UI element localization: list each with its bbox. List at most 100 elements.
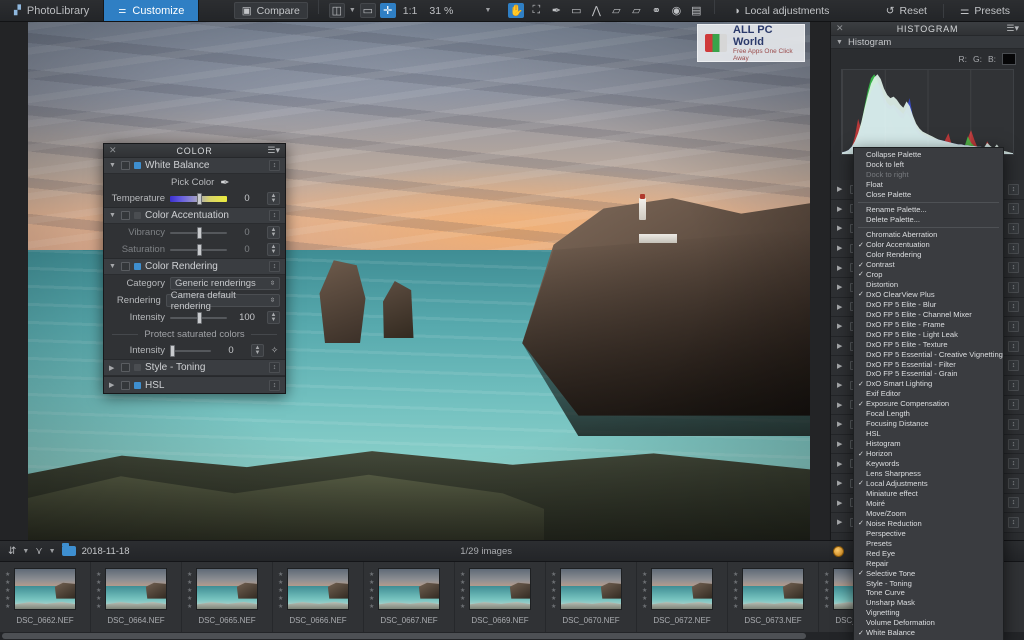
- menu-item[interactable]: Keywords: [854, 459, 1003, 469]
- color-accentuation-header[interactable]: ▼ Color Accentuation ↕: [104, 208, 285, 224]
- star-icon[interactable]: ★: [96, 572, 101, 578]
- menu-item[interactable]: Exif Editor: [854, 389, 1003, 399]
- reset-small-icon[interactable]: ↕: [269, 210, 280, 221]
- saturation-slider[interactable]: [170, 245, 227, 255]
- menu-item[interactable]: Dock to left: [854, 160, 1003, 170]
- menu-item[interactable]: DxO FP 5 Essential - Filter: [854, 359, 1003, 369]
- temperature-stepper[interactable]: ▲▼: [267, 192, 280, 205]
- palette-menu-icon[interactable]: ☰▾: [1006, 23, 1019, 34]
- star-icon[interactable]: ★: [5, 572, 10, 578]
- menu-item[interactable]: Unsharp Mask: [854, 598, 1003, 608]
- color-palette-header[interactable]: ✕ COLOR ☰▾: [104, 144, 285, 158]
- reset-small-icon[interactable]: ↕: [269, 380, 280, 391]
- menu-item[interactable]: ✓DxO Smart Lighting: [854, 379, 1003, 389]
- palette-menu-icon[interactable]: ☰▾: [267, 145, 280, 156]
- menu-item[interactable]: Distortion: [854, 279, 1003, 289]
- magic-wand-icon[interactable]: ✧: [269, 345, 280, 356]
- star-icon[interactable]: ★: [460, 596, 465, 602]
- reset-small-icon[interactable]: ↕: [269, 362, 280, 373]
- star-icon[interactable]: ★: [278, 588, 283, 594]
- star-icon[interactable]: ★: [278, 604, 283, 610]
- star-icon[interactable]: ★: [278, 596, 283, 602]
- star-icon[interactable]: ★: [460, 588, 465, 594]
- filmstrip-item[interactable]: ★★★★★DSC_0662.NEF: [0, 562, 91, 640]
- chevron-right-icon[interactable]: ▶: [837, 322, 845, 330]
- star-icon[interactable]: ★: [369, 580, 374, 586]
- thumbnail-image[interactable]: [14, 568, 76, 610]
- thumbnail-image[interactable]: [742, 568, 804, 610]
- rating-stars[interactable]: ★★★★★: [187, 572, 192, 610]
- chevron-right-icon[interactable]: ▶: [837, 518, 845, 526]
- menu-item[interactable]: Collapse Palette: [854, 150, 1003, 160]
- star-icon[interactable]: ★: [824, 604, 829, 610]
- intensity-value[interactable]: 100: [232, 312, 262, 323]
- saturation-thumb[interactable]: [197, 244, 202, 256]
- reset-small-icon[interactable]: ↕: [1008, 321, 1019, 332]
- vibrancy-stepper[interactable]: ▲▼: [267, 226, 280, 239]
- menu-item[interactable]: ✓Selective Tone: [854, 568, 1003, 578]
- thumbnail-image[interactable]: [651, 568, 713, 610]
- menu-item[interactable]: Histogram: [854, 439, 1003, 449]
- chevron-down-icon[interactable]: ▼: [836, 39, 844, 46]
- reset-small-icon[interactable]: ↕: [1008, 458, 1019, 469]
- menu-item[interactable]: Style - Toning: [854, 578, 1003, 588]
- split-view-chevron-down-icon[interactable]: ▼: [349, 7, 356, 14]
- chevron-right-icon[interactable]: ▶: [109, 364, 117, 372]
- redeye-tool-icon[interactable]: ◉: [668, 3, 684, 18]
- style-toning-checkbox[interactable]: [121, 363, 130, 372]
- star-icon[interactable]: ★: [642, 588, 647, 594]
- repair-tool-icon[interactable]: ⚭: [648, 3, 664, 18]
- reset-small-icon[interactable]: ↕: [1008, 497, 1019, 508]
- star-icon[interactable]: ★: [278, 580, 283, 586]
- temperature-slider[interactable]: [170, 194, 227, 204]
- filmstrip-item[interactable]: ★★★★★DSC_0664.NEF: [91, 562, 182, 640]
- menu-item[interactable]: ✓Contrast: [854, 260, 1003, 270]
- vibrancy-thumb[interactable]: [197, 227, 202, 239]
- star-icon[interactable]: ★: [187, 572, 192, 578]
- menu-item[interactable]: Lens Sharpness: [854, 469, 1003, 479]
- eyedropper-icon[interactable]: ✒: [220, 176, 229, 189]
- star-icon[interactable]: ★: [369, 572, 374, 578]
- star-icon[interactable]: ★: [96, 588, 101, 594]
- reset-button[interactable]: ↺ Reset: [878, 2, 935, 19]
- star-icon[interactable]: ★: [733, 604, 738, 610]
- star-icon[interactable]: ★: [642, 572, 647, 578]
- rating-stars[interactable]: ★★★★★: [824, 572, 829, 610]
- chevron-right-icon[interactable]: ▶: [837, 244, 845, 252]
- chevron-right-icon[interactable]: ▶: [837, 185, 845, 193]
- color-rendering-checkbox[interactable]: [121, 262, 130, 271]
- saturation-stepper[interactable]: ▲▼: [267, 243, 280, 256]
- star-icon[interactable]: ★: [642, 596, 647, 602]
- menu-item[interactable]: Volume Deformation: [854, 618, 1003, 628]
- menu-item[interactable]: Moiré: [854, 498, 1003, 508]
- local-adjustments-button[interactable]: ◑ Local adjustments: [725, 2, 837, 19]
- star-icon[interactable]: ★: [187, 596, 192, 602]
- star-icon[interactable]: ★: [733, 572, 738, 578]
- eyedropper-tool-icon[interactable]: ✒: [548, 3, 564, 18]
- star-icon[interactable]: ★: [824, 588, 829, 594]
- menu-item[interactable]: DxO FP 5 Essential - Grain: [854, 369, 1003, 379]
- chevron-right-icon[interactable]: ▶: [837, 342, 845, 350]
- temperature-thumb[interactable]: [197, 193, 202, 205]
- chevron-right-icon[interactable]: ▶: [837, 381, 845, 389]
- sort-chevron-down-icon[interactable]: ▼: [22, 548, 29, 555]
- menu-item[interactable]: ✓Noise Reduction: [854, 518, 1003, 528]
- zoom-ratio-label[interactable]: 1:1: [400, 5, 421, 17]
- rating-stars[interactable]: ★★★★★: [733, 572, 738, 610]
- star-icon[interactable]: ★: [96, 604, 101, 610]
- star-icon[interactable]: ★: [369, 596, 374, 602]
- mode-tab-photolibrary[interactable]: ▞ PhotoLibrary: [0, 0, 104, 21]
- menu-item[interactable]: ✓Crop: [854, 269, 1003, 279]
- chevron-right-icon[interactable]: ▶: [837, 460, 845, 468]
- star-icon[interactable]: ★: [278, 572, 283, 578]
- thumbnail-image[interactable]: [105, 568, 167, 610]
- menu-item[interactable]: DxO FP 5 Elite - Texture: [854, 339, 1003, 349]
- hsl-checkbox[interactable]: [121, 381, 130, 390]
- hsl-header[interactable]: ▶ HSL ↕: [104, 377, 285, 393]
- style-toning-header[interactable]: ▶ Style - Toning ↕: [104, 360, 285, 376]
- thumbnail-image[interactable]: [196, 568, 258, 610]
- white-balance-checkbox[interactable]: [121, 161, 130, 170]
- star-icon[interactable]: ★: [824, 596, 829, 602]
- star-icon[interactable]: ★: [460, 572, 465, 578]
- menu-item[interactable]: Focal Length: [854, 409, 1003, 419]
